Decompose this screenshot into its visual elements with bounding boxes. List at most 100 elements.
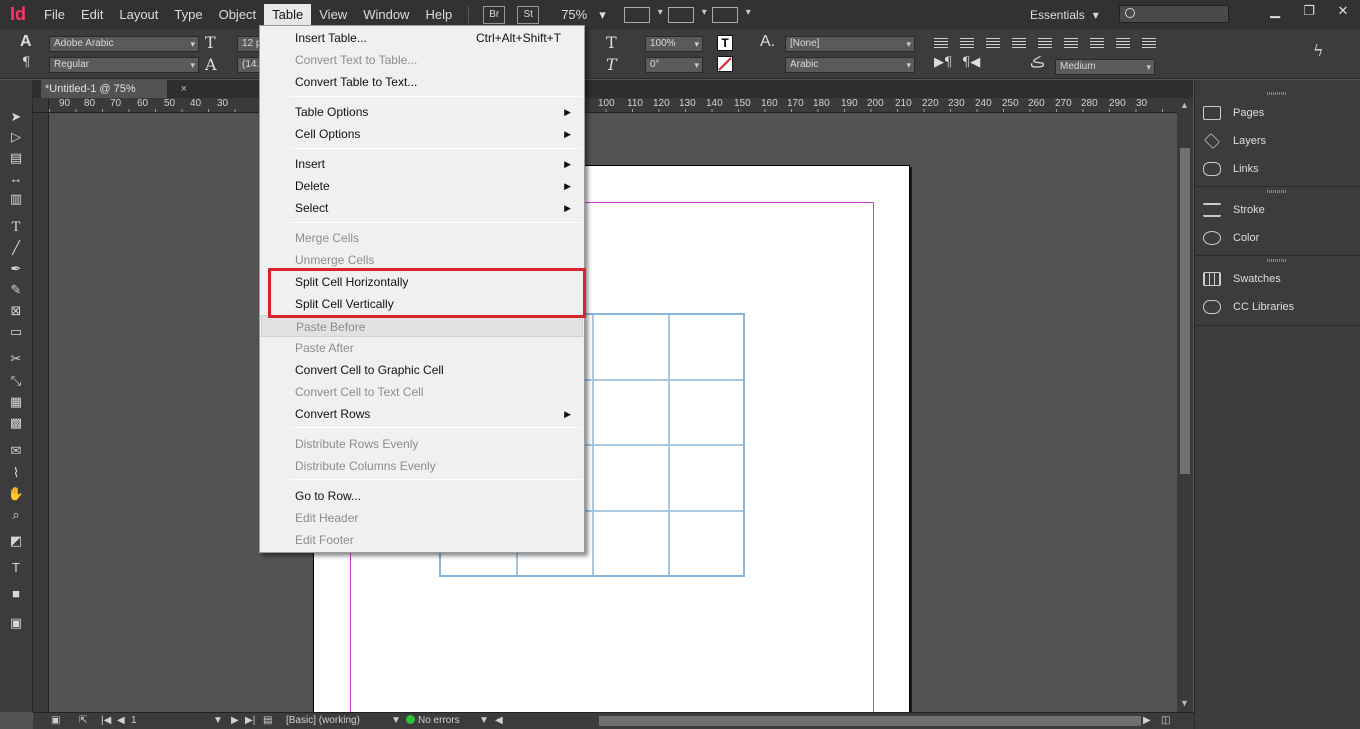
align-center-icon[interactable] [958, 36, 976, 50]
scissors-tool-icon[interactable]: ✂ [6, 350, 26, 368]
menu-item-edit-header[interactable]: Edit Header [261, 507, 583, 529]
arrange-documents-icon[interactable] [711, 6, 751, 23]
character-style-field[interactable]: [None] [785, 36, 915, 52]
font-size-field[interactable]: 12 p [237, 36, 261, 52]
workspace-switcher[interactable]: Essentials ▾ [1030, 0, 1099, 29]
previous-page-icon[interactable]: ◀ [117, 715, 125, 726]
menu-table[interactable]: Table [264, 3, 312, 26]
menu-item-convert-text-to-table[interactable]: Convert Text to Table... [261, 49, 583, 71]
screen-mode-tool-icon[interactable]: ▣ [6, 614, 26, 632]
rtl-paragraph-icon[interactable]: ¶◀ [962, 55, 980, 70]
menu-type[interactable]: Type [166, 4, 210, 26]
note-tool-icon[interactable]: ✉ [6, 442, 26, 460]
kashida-field[interactable]: Medium [1055, 59, 1155, 75]
menu-item-insert[interactable]: Insert ▶ [261, 153, 583, 175]
paragraph-formatting-icon[interactable]: ¶ [22, 55, 30, 70]
ltr-paragraph-icon[interactable]: ▶¶ [934, 55, 952, 70]
menu-item-distribute-columns-evenly[interactable]: Distribute Columns Evenly [261, 455, 583, 477]
menu-item-cell-options[interactable]: Cell Options ▶ [261, 123, 583, 145]
preview-mode-icon[interactable]: ▣ [51, 715, 60, 726]
selection-tool-icon[interactable]: ➤ [6, 108, 26, 126]
view-options-icon[interactable] [623, 6, 663, 23]
skew-field[interactable]: 0° [645, 57, 703, 73]
justify-right-icon[interactable] [1062, 36, 1080, 50]
menu-item-distribute-rows-evenly[interactable]: Distribute Rows Evenly [261, 433, 583, 455]
pen-tool-icon[interactable]: ✒ [6, 260, 26, 278]
menu-item-table-options[interactable]: Table Options ▶ [261, 101, 583, 123]
apply-color-icon[interactable]: ■ [6, 584, 26, 602]
panel-pages[interactable]: Pages [1203, 99, 1353, 127]
panel-grip[interactable] [1267, 259, 1287, 262]
document-tab[interactable]: *Untitled-1 @ 75% × [41, 80, 187, 98]
menu-window[interactable]: Window [355, 4, 417, 26]
gradient-feather-tool-icon[interactable]: ▩ [6, 414, 26, 432]
align-left-icon[interactable] [932, 36, 950, 50]
chevron-down-icon[interactable]: ▼ [479, 715, 489, 726]
pasteboard[interactable] [49, 113, 1177, 712]
chevron-down-icon[interactable]: ▼ [213, 715, 223, 726]
panel-color[interactable]: Color [1203, 224, 1353, 252]
ruler-origin[interactable] [33, 98, 49, 113]
close-tab-icon[interactable]: × [181, 80, 187, 98]
lightning-icon[interactable]: ϟ [1313, 41, 1324, 60]
panel-links[interactable]: Links [1203, 155, 1353, 183]
zoom-tool-icon[interactable]: ⌕ [6, 506, 26, 524]
horizontal-scroll-thumb[interactable] [599, 716, 1141, 726]
align-towards-spine-icon[interactable] [1114, 36, 1132, 50]
menu-item-select[interactable]: Select ▶ [261, 197, 583, 219]
scroll-left-icon[interactable]: ◀ [495, 715, 503, 726]
rectangle-tool-icon[interactable]: ▭ [6, 323, 26, 341]
menu-file[interactable]: File [36, 4, 73, 26]
first-page-icon[interactable]: |◀ [101, 715, 111, 726]
free-transform-tool-icon[interactable]: ⤡ [6, 372, 26, 390]
content-collector-icon[interactable]: ▥ [6, 190, 26, 208]
restore-icon[interactable]: ❐ [1292, 0, 1326, 22]
leading-field[interactable]: (14.4 [237, 57, 261, 73]
vertical-scrollbar[interactable]: ▲ ▼ [1177, 98, 1193, 712]
panel-grip[interactable] [1267, 190, 1287, 193]
scroll-right-icon[interactable]: ▶ [1143, 715, 1151, 726]
screen-mode-icon[interactable] [667, 6, 707, 23]
fill-stroke-icon[interactable]: ◩ [6, 532, 26, 550]
next-page-icon[interactable]: ▶ [231, 715, 239, 726]
font-family-field[interactable]: Adobe Arabic [49, 36, 199, 52]
menu-item-convert-table-to-text[interactable]: Convert Table to Text... [261, 71, 583, 93]
scroll-up-icon[interactable]: ▲ [1180, 100, 1189, 110]
preflight-profile[interactable]: [Basic] (working) [286, 715, 360, 726]
horizontal-scale-field[interactable]: 100% [645, 36, 703, 52]
menu-layout[interactable]: Layout [111, 4, 166, 26]
direct-selection-tool-icon[interactable]: ▷ [6, 128, 26, 146]
vertical-ruler[interactable] [33, 113, 49, 712]
font-style-field[interactable]: Regular [49, 57, 199, 73]
pencil-tool-icon[interactable]: ✎ [6, 281, 26, 299]
open-page-icon[interactable]: ⇱ [79, 715, 87, 726]
rectangle-frame-tool-icon[interactable]: ⊠ [6, 302, 26, 320]
last-page-icon[interactable]: ▶| [245, 715, 255, 726]
minimize-icon[interactable]: ▁ [1258, 0, 1292, 22]
page-number-field[interactable]: 1 [131, 715, 137, 726]
document-icon[interactable]: ▤ [263, 715, 272, 726]
eyedropper-tool-icon[interactable]: ⌇ [6, 464, 26, 482]
horizontal-ruler[interactable]: 90 80 70 60 50 40 30 100 110 120 130 140 150 160 170 18… [49, 98, 1177, 113]
preflight-status[interactable]: No errors [406, 715, 460, 726]
menu-object[interactable]: Object [211, 4, 265, 26]
vertical-scroll-thumb[interactable] [1180, 148, 1190, 474]
menu-item-merge-cells[interactable]: Merge Cells [261, 227, 583, 249]
panel-cc-libraries[interactable]: CC Libraries [1203, 293, 1353, 321]
type-tool-icon[interactable]: T [6, 218, 26, 236]
menu-item-convert-cell-to-graphic-cell[interactable]: Convert Cell to Graphic Cell [261, 359, 583, 381]
zoom-control[interactable]: 75% ▾ [561, 7, 606, 23]
menu-item-delete[interactable]: Delete ▶ [261, 175, 583, 197]
panel-grip[interactable] [1267, 92, 1287, 95]
align-right-icon[interactable] [984, 36, 1002, 50]
gap-tool-icon[interactable]: ↔ [6, 169, 26, 187]
split-window-icon[interactable]: ◫ [1161, 715, 1170, 726]
menu-item-insert-table[interactable]: Insert Table... Ctrl+Alt+Shift+T [261, 27, 583, 49]
close-icon[interactable]: ✕ [1326, 0, 1360, 22]
menu-view[interactable]: View [311, 4, 355, 26]
panel-swatches[interactable]: Swatches [1203, 265, 1353, 293]
language-field[interactable]: Arabic [785, 57, 915, 73]
hand-tool-icon[interactable]: ✋ [6, 485, 26, 503]
menu-item-convert-rows[interactable]: Convert Rows ▶ [261, 403, 583, 425]
search-input[interactable] [1119, 5, 1229, 23]
